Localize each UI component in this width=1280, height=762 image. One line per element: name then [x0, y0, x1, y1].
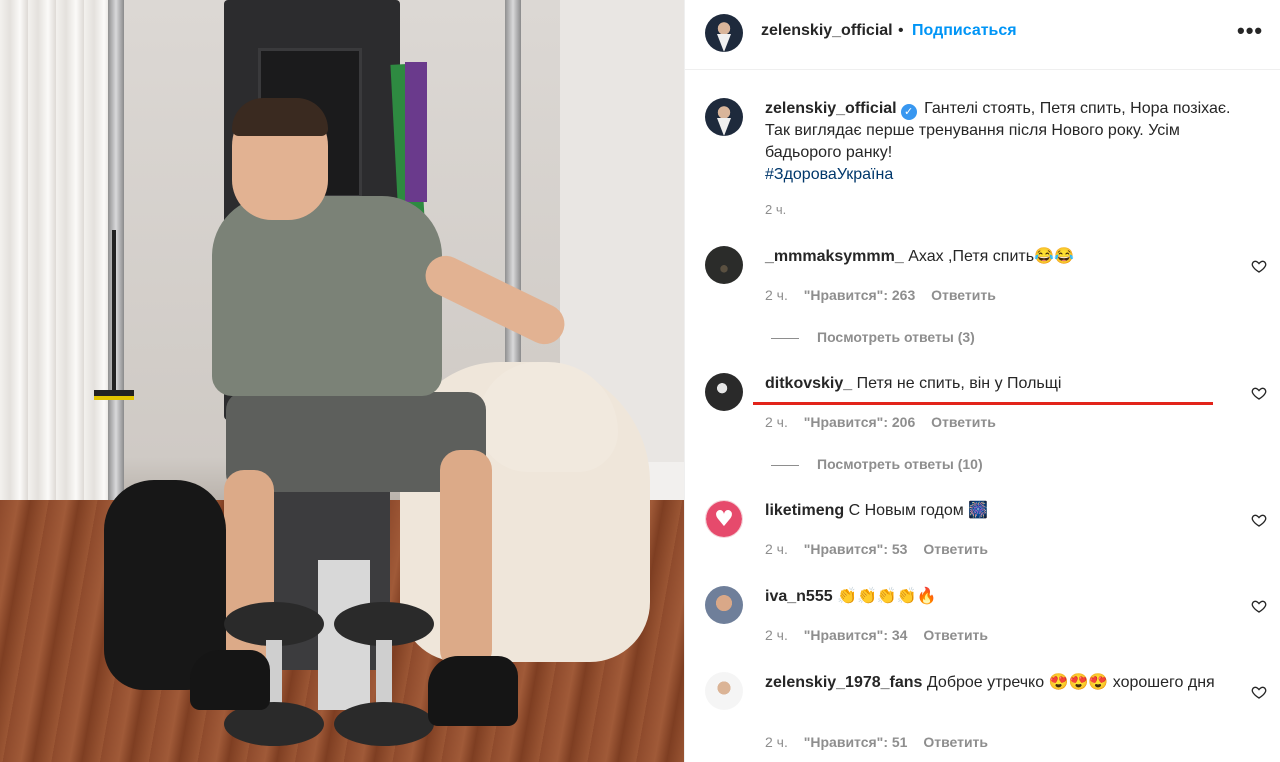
comment-meta: 2 ч. "Нравится": 53 Ответить [765, 541, 1000, 557]
view-replies-button[interactable]: Посмотреть ответы (3) [771, 329, 975, 345]
comment-body: Ахах ,Петя спить😂😂 [908, 248, 1074, 265]
avatar[interactable] [705, 246, 743, 284]
comment-time[interactable]: 2 ч. [765, 734, 788, 750]
view-replies-label: Посмотреть ответы (3) [817, 329, 975, 345]
avatar[interactable] [705, 98, 743, 136]
comment-body: Петя не спить, він у Польщі [856, 375, 1062, 392]
heart-logo-icon: ♥ [706, 501, 742, 537]
comment-text: _mmmaksymmm_ Ахах ,Петя спить😂😂 [765, 246, 1225, 268]
comment-username[interactable]: ditkovskiy_ [765, 375, 852, 392]
caption-text: zelenskiy_official ✓ Гантелі стоять, Петя… [765, 98, 1251, 186]
separator-dot: • [898, 22, 904, 39]
highlight-underline [753, 402, 1213, 405]
comment-meta: 2 ч. "Нравится": 51 Ответить [765, 734, 1000, 750]
heart-icon[interactable] [1251, 684, 1267, 700]
comment-body: 👏👏👏👏🔥 [837, 588, 937, 605]
comment-likes[interactable]: "Нравится": 263 [804, 287, 915, 303]
avatar[interactable]: ♥ [705, 500, 743, 538]
comment-body: С Новым годом 🎆 [848, 502, 989, 519]
caption-username[interactable]: zelenskiy_official [765, 100, 897, 117]
man-leg-right [440, 450, 492, 670]
suspension-strap [112, 230, 116, 400]
comment-text: ditkovskiy_ Петя не спить, він у Польщі [765, 373, 1225, 395]
reply-button[interactable]: Ответить [923, 627, 988, 643]
comment-body: Доброе утречко 😍😍😍 хорошего дня [926, 674, 1215, 691]
comment-likes[interactable]: "Нравится": 34 [804, 627, 908, 643]
comment-meta: 2 ч. "Нравится": 206 Ответить [765, 414, 1008, 430]
view-replies-button[interactable]: Посмотреть ответы (10) [771, 456, 983, 472]
comment-likes[interactable]: "Нравится": 206 [804, 414, 915, 430]
hashtag-link[interactable]: #ЗдороваУкраїна [765, 166, 893, 183]
resistance-band-purple [405, 62, 427, 202]
view-replies-label: Посмотреть ответы (10) [817, 456, 983, 472]
avatar[interactable] [705, 672, 743, 710]
comment-username[interactable]: zelenskiy_1978_fans [765, 674, 922, 691]
suspension-handle [94, 390, 134, 400]
comment-time[interactable]: 2 ч. [765, 541, 788, 557]
comment-username[interactable]: liketimeng [765, 502, 844, 519]
comment-username[interactable]: _mmmaksymmm_ [765, 248, 904, 265]
heart-icon[interactable] [1251, 512, 1267, 528]
avatar[interactable] [705, 373, 743, 411]
reply-button[interactable]: Ответить [923, 734, 988, 750]
comment-username[interactable]: iva_n555 [765, 588, 833, 605]
man-hair [232, 98, 328, 136]
divider-line [771, 337, 799, 339]
sneaker-left [190, 650, 270, 710]
comment-time[interactable]: 2 ч. [765, 414, 788, 430]
comment-likes[interactable]: "Нравится": 51 [804, 734, 908, 750]
comment-time[interactable]: 2 ч. [765, 287, 788, 303]
dumbbell [334, 602, 434, 752]
heart-icon[interactable] [1251, 258, 1267, 274]
gym-pole-left [108, 0, 124, 500]
comment-text: liketimeng С Новым годом 🎆 [765, 500, 1225, 522]
caption-time[interactable]: 2 ч. [765, 202, 786, 217]
comment-likes[interactable]: "Нравится": 53 [804, 541, 908, 557]
post-header: zelenskiy_official • Подписаться ••• [685, 0, 1280, 70]
reply-button[interactable]: Ответить [931, 287, 996, 303]
curtain [0, 0, 110, 520]
comment-time[interactable]: 2 ч. [765, 627, 788, 643]
reply-button[interactable]: Ответить [931, 414, 996, 430]
heart-icon[interactable] [1251, 385, 1267, 401]
post-side-panel: zelenskiy_official • Подписаться ••• zel… [684, 0, 1280, 762]
comment-text: iva_n555 👏👏👏👏🔥 [765, 586, 1225, 608]
comment-text: zelenskiy_1978_fans Доброе утречко 😍😍😍 х… [765, 672, 1225, 694]
comment-meta: 2 ч. "Нравится": 34 Ответить [765, 627, 1000, 643]
post-photo[interactable] [0, 0, 684, 762]
verified-badge-icon: ✓ [900, 104, 917, 120]
avatar[interactable] [705, 586, 743, 624]
header-username[interactable]: zelenskiy_official [761, 22, 895, 40]
heart-icon[interactable] [1251, 598, 1267, 614]
avatar[interactable] [705, 14, 743, 52]
reply-button[interactable]: Ответить [923, 541, 988, 557]
more-options-icon[interactable]: ••• [1237, 18, 1263, 44]
comment-meta: 2 ч. "Нравится": 263 Ответить [765, 287, 1008, 303]
man-torso [212, 196, 442, 396]
divider-line [771, 464, 799, 466]
follow-button[interactable]: Подписаться [912, 22, 1017, 40]
sneaker-right [428, 656, 518, 726]
